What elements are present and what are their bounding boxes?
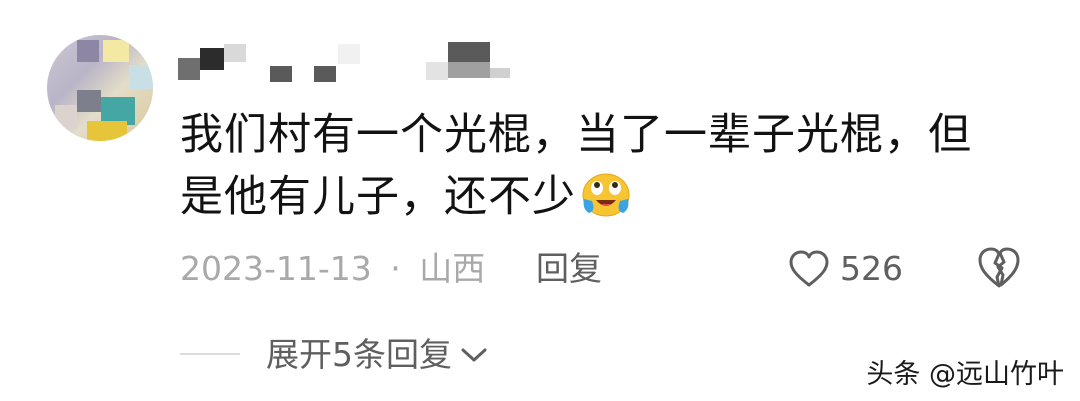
chevron-down-icon: [461, 348, 487, 362]
comment-location: 山西: [419, 249, 486, 288]
like-count: 526: [840, 249, 903, 288]
username-mosaic[interactable]: [178, 40, 538, 82]
like-button[interactable]: 526: [788, 242, 903, 296]
expand-divider: [180, 353, 240, 355]
heart-outline-icon: [789, 250, 829, 287]
comment-text: 我们村有一个光棍，当了一辈子光棍，但 是他有儿子，还不少: [180, 104, 1040, 228]
expand-replies-button[interactable]: 展开5条回复: [266, 328, 488, 382]
comment-meta: 2023-11-13 · 山西: [180, 242, 485, 296]
meta-separator: ·: [390, 249, 401, 288]
watermark: 头条 @远山竹叶: [866, 359, 1064, 390]
crying-laughing-emoji-icon: [582, 173, 630, 217]
comment-line-2-text: 是他有儿子，还不少: [180, 172, 576, 222]
expand-replies-label: 展开5条回复: [266, 335, 452, 374]
comment-line-1: 我们村有一个光棍，当了一辈子光棍，但: [180, 110, 972, 160]
broken-heart-icon[interactable]: [976, 246, 1022, 290]
comment-date: 2023-11-13: [180, 249, 372, 288]
reply-button[interactable]: 回复: [536, 242, 602, 296]
comment-line-2: 是他有儿子，还不少: [180, 166, 1040, 228]
avatar[interactable]: [47, 35, 153, 141]
